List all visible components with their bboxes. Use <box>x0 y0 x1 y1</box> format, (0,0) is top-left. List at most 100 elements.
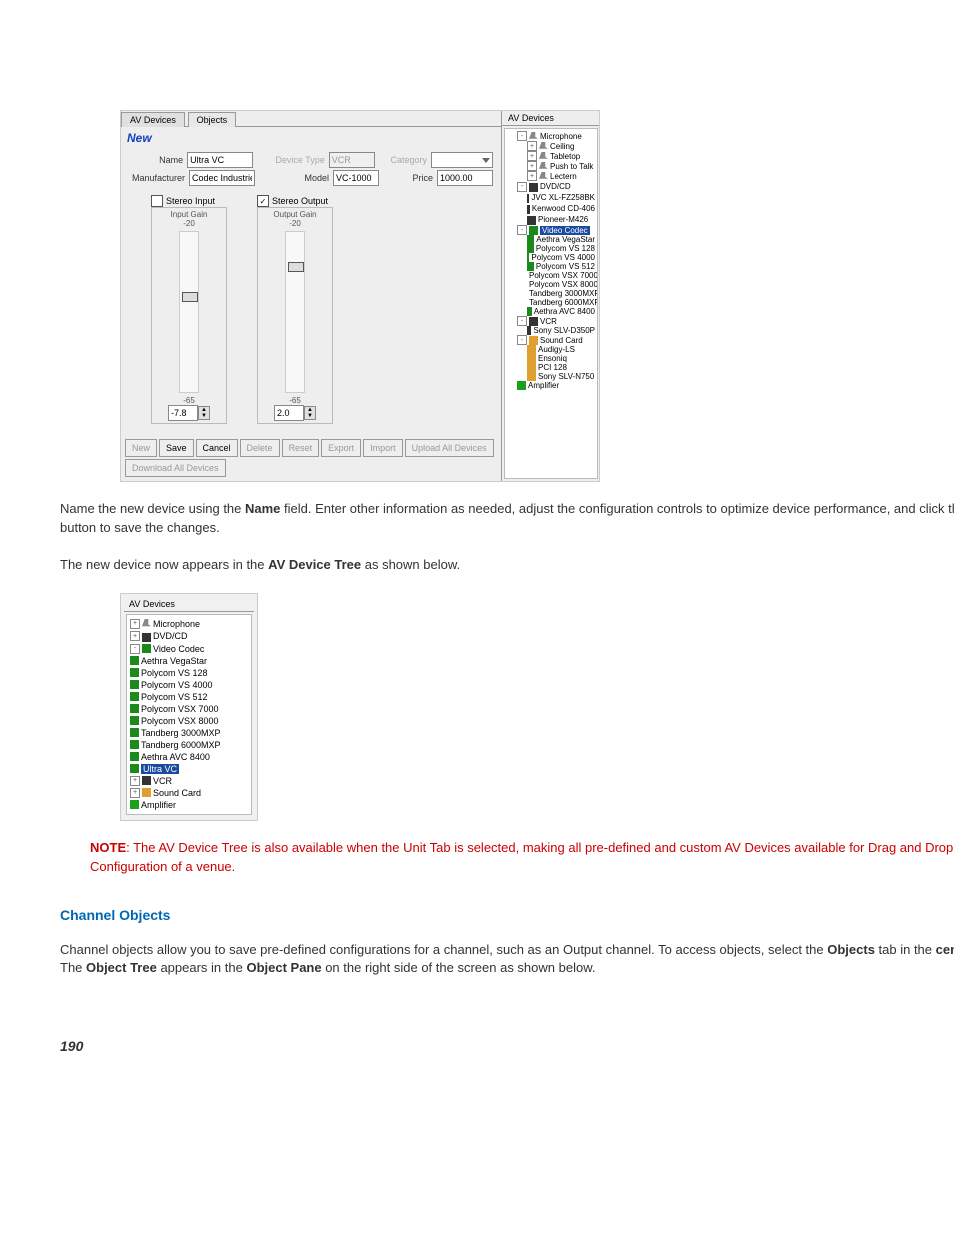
output-gain-slider[interactable] <box>285 231 305 393</box>
stereo-input-checkbox[interactable]: Stereo Input <box>151 195 227 207</box>
tree-item[interactable]: - VCR <box>507 316 595 326</box>
expand-icon[interactable]: + <box>130 619 140 629</box>
expand-icon[interactable]: + <box>130 776 140 786</box>
tree-item[interactable]: -Microphone <box>507 131 595 141</box>
stereo-output-checkbox[interactable]: ✓Stereo Output <box>257 195 333 207</box>
tree-item[interactable]: Kenwood CD-406 <box>507 203 595 214</box>
name-input[interactable] <box>187 152 253 168</box>
tree-item[interactable]: Polycom VS 128 <box>130 667 248 679</box>
input-gain-slider[interactable] <box>179 231 199 393</box>
output-gain-value[interactable] <box>274 405 304 421</box>
expand-icon[interactable]: + <box>527 171 537 181</box>
tree-item[interactable]: +Ceiling <box>507 141 595 151</box>
vc-icon <box>527 307 532 316</box>
expand-icon[interactable]: - <box>517 335 527 345</box>
tree-item[interactable]: Polycom VS 4000 <box>130 679 248 691</box>
tree-item[interactable]: Amplifier <box>130 799 248 811</box>
tree-item[interactable]: Aethra AVC 8400 <box>130 751 248 763</box>
price-input[interactable] <box>437 170 493 186</box>
tree-item[interactable]: +Microphone <box>130 618 248 630</box>
expand-icon[interactable]: + <box>527 161 537 171</box>
tree-item-label: Tandberg 6000MXP <box>529 298 598 307</box>
av-device-tree[interactable]: -Microphone+Ceiling+Tabletop+Push to Tal… <box>504 128 598 479</box>
expand-icon[interactable]: - <box>517 131 527 141</box>
tree-item[interactable]: Polycom VSX 7000 <box>130 703 248 715</box>
tree-item[interactable]: Polycom VS 512 <box>130 691 248 703</box>
tree-item[interactable]: +VCR <box>130 775 248 787</box>
cancel-button[interactable]: Cancel <box>196 439 238 457</box>
expand-icon[interactable]: - <box>517 316 527 326</box>
vc-icon <box>130 668 139 677</box>
input-gain-value[interactable] <box>168 405 198 421</box>
tree-item[interactable]: Pioneer-M426 <box>507 214 595 225</box>
category-select[interactable] <box>431 152 493 168</box>
tree-item[interactable]: Aethra VegaStar <box>507 235 595 244</box>
tree-item[interactable]: + Sound Card <box>130 787 248 799</box>
tree-item[interactable]: Tandberg 3000MXP <box>130 727 248 739</box>
spinner[interactable]: ▲▼ <box>304 406 316 420</box>
tab-av-devices[interactable]: AV Devices <box>121 112 185 127</box>
tree-item[interactable]: JVC XL-FZ258BK <box>507 192 595 203</box>
upload-all-button: Upload All Devices <box>405 439 494 457</box>
amp-icon <box>130 800 139 809</box>
expand-icon[interactable]: - <box>130 644 140 654</box>
tree-item[interactable]: Polycom VSX 7000 <box>507 271 595 280</box>
tree-item-label: VCR <box>540 317 557 326</box>
vc-icon <box>130 728 139 737</box>
expand-icon[interactable]: + <box>130 788 140 798</box>
tree-item[interactable]: Aethra AVC 8400 <box>507 307 595 316</box>
tree-item[interactable]: Audigy-LS <box>507 345 595 354</box>
tree-item[interactable]: Tandberg 3000MXP <box>507 289 595 298</box>
tree-item-label: Sound Card <box>153 788 201 798</box>
tree-item[interactable]: Sony SLV-N750 <box>507 372 595 381</box>
tree-item[interactable]: Polycom VS 4000 <box>507 253 595 262</box>
tree-item[interactable]: + Tabletop <box>507 151 595 161</box>
model-input[interactable] <box>333 170 379 186</box>
tree-item[interactable]: Polycom VS 512 <box>507 262 595 271</box>
tree-item[interactable]: -Video Codec <box>507 225 595 235</box>
save-button[interactable]: Save <box>159 439 194 457</box>
tree-item[interactable]: Polycom VSX 8000 <box>507 280 595 289</box>
tree-item[interactable]: Sony SLV-D350P <box>507 326 595 335</box>
vc-icon <box>527 262 534 271</box>
expand-icon[interactable]: + <box>130 631 140 641</box>
tree-item-label: Polycom VSX 8000 <box>529 280 598 289</box>
tree-item[interactable]: +Push to Talk <box>507 161 595 171</box>
tree-item[interactable]: Polycom VS 128 <box>507 244 595 253</box>
expand-icon[interactable]: + <box>527 151 537 161</box>
download-all-button: Download All Devices <box>125 459 226 477</box>
tab-objects[interactable]: Objects <box>188 112 237 127</box>
expand-icon[interactable]: - <box>517 225 527 235</box>
spinner[interactable]: ▲▼ <box>198 406 210 420</box>
tree-item-label: DVD/CD <box>153 631 188 641</box>
tree-item-label: Sony SLV-D350P <box>533 326 595 335</box>
av-device-tree[interactable]: +Microphone+DVD/CD-Video CodecAethra Veg… <box>126 614 252 815</box>
tree-item-label: Tandberg 3000MXP <box>141 728 221 738</box>
tree-item[interactable]: Polycom VSX 8000 <box>130 715 248 727</box>
tree-item-label: Tabletop <box>550 152 580 161</box>
tree-item[interactable]: + DVD/CD <box>130 630 248 643</box>
tree-item[interactable]: Tandberg 6000MXP <box>130 739 248 751</box>
tree-item-label: Pioneer-M426 <box>538 215 588 224</box>
vc-icon <box>527 235 534 244</box>
tree-item[interactable]: +Lectern <box>507 171 595 181</box>
tree-item[interactable]: -Sound Card <box>507 335 595 345</box>
mfr-input[interactable] <box>189 170 255 186</box>
tree-item[interactable]: Ultra VC <box>130 763 248 775</box>
tree-item[interactable]: Tandberg 6000MXP <box>507 298 595 307</box>
reset-button: Reset <box>282 439 320 457</box>
expand-icon[interactable]: + <box>527 141 537 151</box>
screenshot-av-device-tree: AV Devices +Microphone+DVD/CD-Video Code… <box>120 593 258 821</box>
tree-item[interactable]: Amplifier <box>507 381 595 390</box>
tree-item-label: Polycom VS 512 <box>141 692 208 702</box>
tree-item[interactable]: PCI 128 <box>507 363 595 372</box>
tree-item[interactable]: Ensoniq <box>507 354 595 363</box>
tree-item[interactable]: -DVD/CD <box>507 181 595 192</box>
tree-item-label: Amplifier <box>528 381 559 390</box>
tree-item[interactable]: Aethra VegaStar <box>130 655 248 667</box>
mic-icon <box>539 152 548 161</box>
screenshot-av-devices-editor: AV Devices Objects New Name Device Type … <box>120 110 600 482</box>
tab-bar: AV Devices Objects <box>121 111 501 126</box>
tree-item[interactable]: -Video Codec <box>130 643 248 655</box>
expand-icon[interactable]: - <box>517 182 527 192</box>
